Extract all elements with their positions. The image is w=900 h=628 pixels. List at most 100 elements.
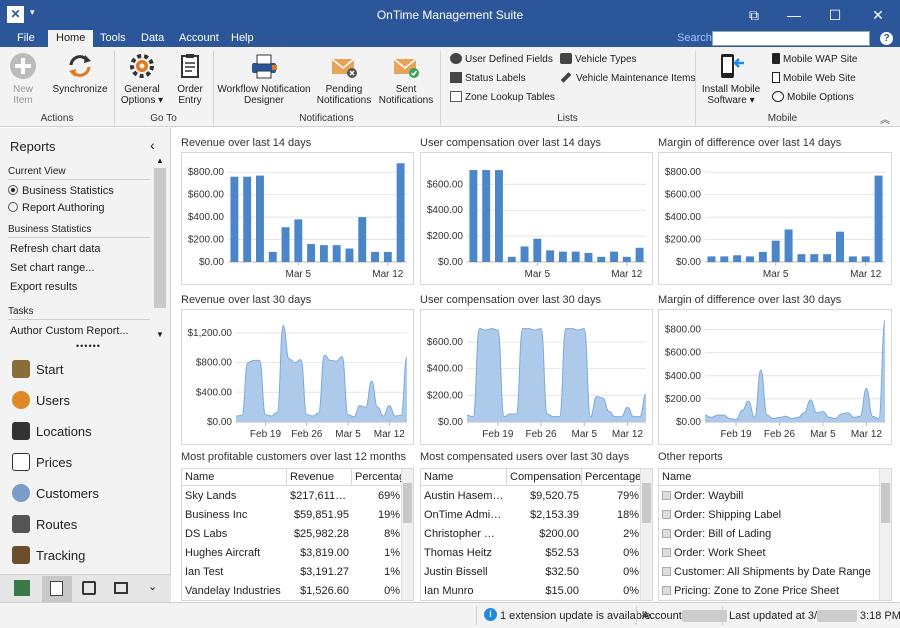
- resize-grip-icon[interactable]: ⋰: [888, 613, 896, 622]
- bar[interactable]: [383, 251, 392, 262]
- export-results-link[interactable]: Export results: [10, 281, 77, 293]
- search-input[interactable]: [712, 31, 870, 46]
- column-header-percentage[interactable]: Percentage: [352, 469, 411, 486]
- nav-locations[interactable]: Locations: [12, 421, 92, 443]
- mobile-options-button[interactable]: Mobile Options: [772, 91, 854, 103]
- bar[interactable]: [396, 163, 405, 262]
- user-defined-fields-button[interactable]: User Defined Fields: [450, 53, 553, 65]
- bar[interactable]: [797, 254, 806, 262]
- column-header-name[interactable]: Name: [659, 469, 881, 486]
- nav-routes[interactable]: Routes: [12, 514, 77, 536]
- refresh-chart-data-link[interactable]: Refresh chart data: [10, 243, 101, 255]
- tab-tools[interactable]: Tools: [92, 30, 134, 47]
- bar[interactable]: [371, 251, 379, 262]
- view-business-statistics[interactable]: Business Statistics: [8, 185, 114, 197]
- table-row[interactable]: Customer: All Shipments by Date Range: [659, 563, 891, 582]
- tab-help[interactable]: Help: [223, 30, 262, 47]
- map-icon[interactable]: [14, 580, 30, 596]
- splitter-handle[interactable]: ••••••: [76, 341, 101, 351]
- new-item-button[interactable]: New Item: [4, 51, 42, 106]
- scroll-down-icon[interactable]: ▼: [156, 330, 164, 339]
- collapse-sidebar-icon[interactable]: ‹: [150, 137, 155, 153]
- scroll-thumb[interactable]: [881, 483, 890, 523]
- bar[interactable]: [243, 176, 252, 262]
- bar[interactable]: [610, 251, 618, 262]
- bar[interactable]: [482, 170, 491, 262]
- tab-file[interactable]: File: [9, 30, 43, 47]
- bar[interactable]: [836, 231, 844, 262]
- table-row[interactable]: Order: Work Sheet: [659, 544, 891, 563]
- synchronize-button[interactable]: Synchronize: [50, 51, 110, 95]
- nav-users[interactable]: Users: [12, 390, 70, 412]
- table-row[interactable]: Ian Test $3,191.27 1%: [182, 563, 413, 582]
- bar[interactable]: [256, 175, 264, 262]
- table-row[interactable]: OnTime Admini... $2,153.39 18%: [421, 506, 652, 525]
- table-row[interactable]: Business Inc $59,851.95 19%: [182, 506, 413, 525]
- minimize-button[interactable]: —: [774, 0, 814, 30]
- table-row[interactable]: Order: Shipping Label: [659, 506, 891, 525]
- window-icon[interactable]: [114, 582, 128, 594]
- bar[interactable]: [571, 251, 580, 262]
- bar[interactable]: [848, 256, 857, 262]
- table-row[interactable]: DS Labs $25,982.28 8%: [182, 525, 413, 544]
- table-row[interactable]: Pricing: Zone to Zone Price Sheet: [659, 582, 891, 600]
- table-scrollbar[interactable]: [879, 469, 891, 600]
- close-button[interactable]: ✕: [858, 0, 898, 30]
- bar[interactable]: [358, 217, 367, 262]
- table-row[interactable]: Christopher Wa... $200.00 2%: [421, 525, 652, 544]
- zone-lookup-tables-button[interactable]: Zone Lookup Tables: [450, 91, 555, 103]
- bar[interactable]: [332, 245, 341, 262]
- bar[interactable]: [294, 219, 303, 262]
- bar[interactable]: [281, 227, 290, 262]
- bar[interactable]: [635, 247, 644, 262]
- table-row[interactable]: Order: Bill of Lading: [659, 525, 891, 544]
- scroll-thumb[interactable]: [642, 483, 651, 523]
- help-icon[interactable]: ?: [880, 32, 893, 45]
- extension-update-text[interactable]: 1 extension update is available.: [500, 610, 654, 622]
- bar[interactable]: [546, 250, 555, 262]
- nav-start[interactable]: Start: [12, 359, 63, 381]
- bar[interactable]: [784, 229, 793, 262]
- vehicle-types-button[interactable]: Vehicle Types: [560, 53, 637, 65]
- bar[interactable]: [533, 238, 542, 262]
- table-row[interactable]: Ian Munro $15.00 0%: [421, 582, 652, 600]
- bar[interactable]: [874, 175, 883, 262]
- collapse-ribbon-icon[interactable]: ︽: [880, 111, 890, 126]
- column-header-name[interactable]: Name: [182, 469, 287, 486]
- scroll-up-icon[interactable]: ▲: [156, 156, 164, 165]
- set-chart-range-link[interactable]: Set chart range...: [10, 262, 94, 274]
- tab-account[interactable]: Account: [171, 30, 227, 47]
- chart-compensation-14[interactable]: $0.00 $200.00 $400.00 $600.00 Mar 5 Mar 12: [420, 152, 653, 285]
- area-series[interactable]: [467, 328, 646, 422]
- chevron-down-icon[interactable]: ⌄: [148, 580, 157, 593]
- order-entry-button[interactable]: Order Entry: [170, 51, 210, 106]
- customers-table[interactable]: Name Revenue Percentage Sky Lands $217,61…: [181, 468, 414, 601]
- table-row[interactable]: Justin Bissell $32.50 0%: [421, 563, 652, 582]
- table-scrollbar[interactable]: [640, 469, 652, 600]
- view-report-authoring[interactable]: Report Authoring: [8, 202, 105, 214]
- table-row[interactable]: Sky Lands $217,611.86 69%: [182, 487, 413, 506]
- chart-margin-14[interactable]: $0.00 $200.00 $400.00 $600.00 $800.00 Mar 5 Ma…: [658, 152, 892, 285]
- users-table[interactable]: Name Compensation Percentage Austin Hase…: [420, 468, 653, 601]
- bar[interactable]: [268, 251, 277, 262]
- mobile-web-button[interactable]: Mobile Web Site: [772, 72, 856, 84]
- table-scrollbar[interactable]: [401, 469, 413, 600]
- tab-home[interactable]: Home: [48, 30, 94, 47]
- sent-notifications-button[interactable]: Sent Notifications: [378, 51, 434, 106]
- bar[interactable]: [771, 240, 780, 262]
- tab-data[interactable]: Data: [133, 30, 172, 47]
- bar[interactable]: [720, 256, 729, 262]
- bar[interactable]: [823, 254, 832, 262]
- bar[interactable]: [622, 256, 631, 262]
- column-header-revenue[interactable]: Revenue: [287, 469, 352, 486]
- mobile-wap-button[interactable]: Mobile WAP Site: [772, 53, 857, 65]
- bar[interactable]: [495, 170, 503, 262]
- bar[interactable]: [584, 252, 593, 262]
- chart-margin-30[interactable]: $0.00 $200.00 $400.00 $600.00 $800.00 Feb 19 F…: [658, 309, 892, 445]
- table-row[interactable]: Order: Waybill: [659, 487, 891, 506]
- workflow-designer-button[interactable]: Workflow Notification Designer: [216, 51, 312, 106]
- table-row[interactable]: Vandelay Industries $1,526.60 0%: [182, 582, 413, 600]
- bar[interactable]: [558, 251, 567, 262]
- bar[interactable]: [746, 256, 754, 262]
- column-header-percentage[interactable]: Percentage: [582, 469, 642, 486]
